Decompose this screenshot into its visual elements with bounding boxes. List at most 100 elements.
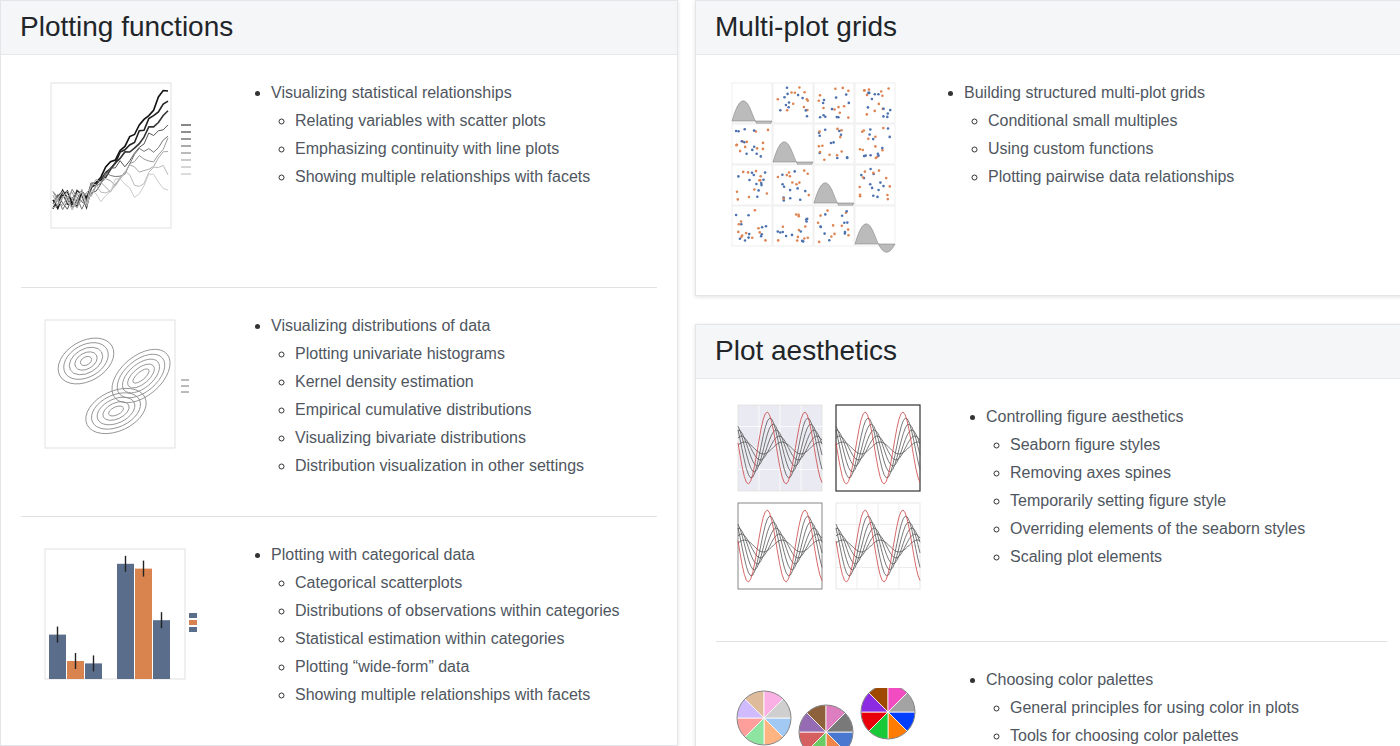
- chart-shape: [806, 172, 809, 175]
- topic-item[interactable]: Choosing color palettes General principle…: [986, 666, 1299, 746]
- subtopic-item[interactable]: Statistical estimation within categories: [295, 625, 620, 653]
- chart-shape: [764, 239, 767, 242]
- subtopic-item[interactable]: Seaborn figure styles: [1010, 431, 1305, 459]
- subtopic-list: Seaborn figure styles Removing axes spine…: [986, 431, 1305, 571]
- topic-item[interactable]: Building structured multi-plot grids Cond…: [964, 79, 1234, 191]
- subtopic-link[interactable]: Plotting “wide-form” data: [295, 658, 469, 675]
- chart-shape: [53, 111, 168, 209]
- subtopic-link[interactable]: Plotting pairwise data relationships: [988, 168, 1234, 185]
- topic-link[interactable]: Visualizing statistical relationships: [271, 84, 512, 101]
- chart-shape: [773, 206, 813, 246]
- chart-thumbnail[interactable]: [726, 401, 926, 605]
- chart-shape: [818, 241, 821, 244]
- subtopic-link[interactable]: Plotting univariate histograms: [295, 345, 505, 362]
- subtopic-item[interactable]: Distribution visualization in other sett…: [295, 452, 584, 480]
- chart-shape: [821, 144, 824, 147]
- topic-link[interactable]: Plotting with categorical data: [271, 546, 475, 563]
- chart-shape: [743, 141, 746, 144]
- subtopic-item[interactable]: Showing multiple relationships with face…: [295, 681, 620, 709]
- subtopic-item[interactable]: Using custom functions: [988, 135, 1234, 163]
- chart-thumbnail[interactable]: [726, 688, 926, 746]
- subtopic-item[interactable]: Showing multiple relationships with face…: [295, 163, 590, 191]
- subtopic-link[interactable]: Tools for choosing color palettes: [1010, 727, 1239, 744]
- chart-shape: [765, 225, 768, 228]
- chart-shape: [777, 230, 780, 233]
- chart-shape: [100, 398, 132, 424]
- topic-item[interactable]: Visualizing statistical relationships Rel…: [271, 79, 590, 191]
- chart-shape: [867, 106, 870, 109]
- tutorial-card: Plot aestheticsControlling figure aesthe…: [695, 324, 1400, 746]
- subtopic-link[interactable]: Temporarily setting figure style: [1010, 492, 1226, 509]
- chart-shape: [181, 153, 191, 154]
- chart-shape: [79, 355, 93, 368]
- chart-shape: [869, 183, 872, 186]
- subtopic-item[interactable]: Plotting “wide-form” data: [295, 653, 620, 681]
- chart-shape: [803, 91, 806, 94]
- subtopic-link[interactable]: Using custom functions: [988, 140, 1153, 157]
- subtopic-link[interactable]: Relating variables with scatter plots: [295, 112, 546, 129]
- topic-item[interactable]: Controlling figure aesthetics Seaborn fig…: [986, 403, 1305, 571]
- subtopic-link[interactable]: Emphasizing continuity with line plots: [295, 140, 559, 157]
- chart-thumbnail[interactable]: [726, 77, 904, 259]
- subtopic-link[interactable]: General principles for using color in pl…: [1010, 699, 1299, 716]
- subtopic-link[interactable]: Statistical estimation within categories: [295, 630, 564, 647]
- chart-shape: [738, 430, 822, 466]
- subtopic-link[interactable]: Scaling plot elements: [1010, 548, 1162, 565]
- subtopic-item[interactable]: Distributions of observations within cat…: [295, 597, 620, 625]
- subtopic-link[interactable]: Overriding elements of the seaborn style…: [1010, 520, 1305, 537]
- chart-shape: [777, 176, 780, 179]
- chart-thumbnail[interactable]: [31, 77, 211, 251]
- subtopic-item[interactable]: Removing axes spines: [1010, 459, 1305, 487]
- subtopic-link[interactable]: Empirical cumulative distributions: [295, 401, 532, 418]
- chart-shape: [801, 97, 804, 100]
- chart-shape: [794, 92, 797, 95]
- subtopic-item[interactable]: Kernel density estimation: [295, 368, 584, 396]
- chart-thumbnail[interactable]: [31, 316, 211, 470]
- chart-shape: [862, 176, 865, 179]
- chart-shape: [735, 214, 738, 217]
- subtopic-link[interactable]: Categorical scatterplots: [295, 574, 462, 591]
- subtopic-item[interactable]: Categorical scatterplots: [295, 569, 620, 597]
- topic-link[interactable]: Controlling figure aesthetics: [986, 408, 1183, 425]
- subtopic-item[interactable]: General principles for using color in pl…: [1010, 694, 1299, 722]
- subtopic-item[interactable]: Relating variables with scatter plots: [295, 107, 590, 135]
- subtopic-link[interactable]: Removing axes spines: [1010, 464, 1171, 481]
- subtopic-item[interactable]: Plotting pairwise data relationships: [988, 163, 1234, 191]
- chart-shape: [861, 131, 864, 134]
- tutorial-row: Visualizing distributions of data Plottin…: [21, 288, 657, 517]
- subtopic-item[interactable]: Overriding elements of the seaborn style…: [1010, 515, 1305, 543]
- chart-shape: [53, 91, 168, 209]
- topic-link[interactable]: Visualizing distributions of data: [271, 317, 490, 334]
- subtopic-link[interactable]: Kernel density estimation: [295, 373, 474, 390]
- chart-shape: [886, 194, 889, 197]
- chart-shape: [785, 104, 788, 107]
- subtopic-item[interactable]: Plotting univariate histograms: [295, 340, 584, 368]
- subtopic-link[interactable]: Conditional small multiples: [988, 112, 1177, 129]
- chart-shape: [887, 112, 890, 115]
- subtopic-item[interactable]: Tools for choosing color palettes: [1010, 722, 1299, 746]
- subtopic-link[interactable]: Showing multiple relationships with face…: [295, 168, 590, 185]
- chart-shape: [887, 198, 890, 201]
- topic-item[interactable]: Plotting with categorical data Categorica…: [271, 541, 620, 709]
- subtopic-link[interactable]: Visualizing bivariate distributions: [295, 429, 526, 446]
- chart-thumbnail[interactable]: [31, 545, 211, 699]
- chart-shape: [751, 237, 754, 240]
- chart-shape: [760, 182, 763, 185]
- topic-link[interactable]: Choosing color palettes: [986, 671, 1153, 688]
- chart-shape: [839, 136, 842, 139]
- topic-link[interactable]: Building structured multi-plot grids: [964, 84, 1205, 101]
- subtopic-item[interactable]: Emphasizing continuity with line plots: [295, 135, 590, 163]
- subtopic-item[interactable]: Temporarily setting figure style: [1010, 487, 1305, 515]
- topic-item[interactable]: Visualizing distributions of data Plottin…: [271, 312, 584, 480]
- subtopic-item[interactable]: Empirical cumulative distributions: [295, 396, 584, 424]
- subtopic-item[interactable]: Conditional small multiples: [988, 107, 1234, 135]
- subtopic-link[interactable]: Distributions of observations within cat…: [295, 602, 620, 619]
- chart-shape: [841, 225, 844, 228]
- subtopic-item[interactable]: Visualizing bivariate distributions: [295, 424, 584, 452]
- subtopic-link[interactable]: Seaborn figure styles: [1010, 436, 1160, 453]
- subtopic-item[interactable]: Scaling plot elements: [1010, 543, 1305, 571]
- subtopic-link[interactable]: Showing multiple relationships with face…: [295, 686, 590, 703]
- chart-shape: [45, 549, 185, 679]
- chart-shape: [874, 93, 877, 96]
- subtopic-link[interactable]: Distribution visualization in other sett…: [295, 457, 584, 474]
